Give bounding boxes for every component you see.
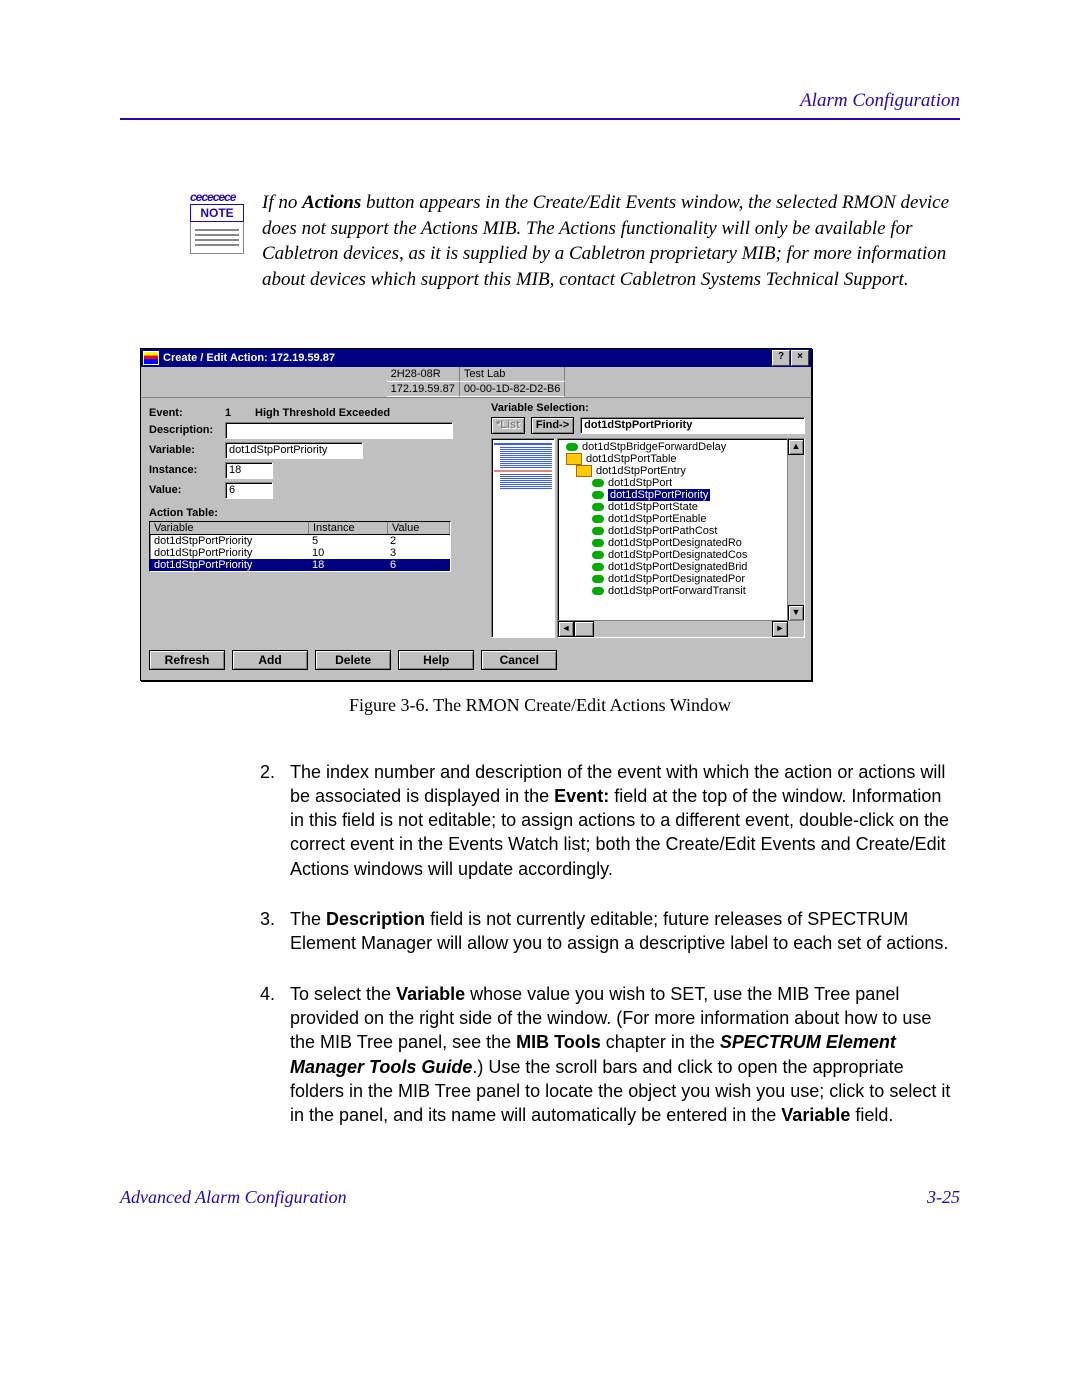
tree-leaf[interactable]: dot1dStpPortDesignatedPor [562,573,802,585]
instruction-list: 2. The index number and description of t… [260,760,960,1128]
col-value: Value [388,522,450,534]
button-bar: Refresh Add Delete Help Cancel [141,644,811,680]
device-ip: 172.19.59.87 [387,382,460,397]
leaf-icon [592,539,604,547]
leaf-icon [592,491,604,499]
leaf-icon [592,587,604,595]
event-description: High Threshold Exceeded [255,407,390,419]
app-icon [143,351,159,365]
list-button[interactable]: *List [491,417,525,434]
leaf-icon [592,563,604,571]
scroll-down-icon[interactable]: ▼ [788,605,804,621]
figure-caption: Figure 3-6. The RMON Create/Edit Actions… [120,695,960,716]
scroll-right-icon[interactable]: ► [772,621,788,637]
find-button[interactable]: Find-> [531,417,574,434]
note-block: cececece NOTE If no Actions button appea… [190,190,960,293]
leaf-icon [592,527,604,535]
leaf-icon [566,443,578,451]
delete-button[interactable]: Delete [315,650,391,670]
scrollbar-horizontal[interactable]: ◄ ► [558,620,804,637]
value-label: Value: [149,484,225,496]
tree-leaf[interactable]: dot1dStpPortState [562,501,802,513]
variable-label: Variable: [149,444,225,456]
variable-selection-label: Variable Selection: [491,402,805,414]
tree-leaf[interactable]: dot1dStpPortDesignatedRo [562,537,802,549]
table-row[interactable]: dot1dStpPortPriority103 [150,547,450,559]
value-input[interactable]: 6 [225,482,273,499]
scroll-thumb[interactable] [574,621,594,637]
tree-leaf[interactable]: dot1dStpPort [562,477,802,489]
description-label: Description: [149,424,225,436]
action-table[interactable]: Variable Instance Value dot1dStpPortPrio… [149,521,451,572]
tree-leaf[interactable]: dot1dStpPortDesignatedCos [562,549,802,561]
variable-input[interactable]: dot1dStpPortPriority [225,442,363,459]
device-info-row: 2H28-08R 172.19.59.87 Test Lab 00-00-1D-… [141,367,811,398]
leaf-icon [592,479,604,487]
action-table-label: Action Table: [149,507,479,519]
folder-icon [566,453,582,465]
tree-leaf[interactable]: dot1dStpPortEnable [562,513,802,525]
list-num-2: 2. [260,760,290,881]
tree-leaf[interactable]: dot1dStpBridgeForwardDelay [562,441,802,453]
note-icon: cececece NOTE [190,190,244,293]
device-mac: 00-00-1D-82-D2-B6 [460,382,566,397]
help-icon[interactable]: ? [772,350,790,366]
page-header: Alarm Configuration [120,90,960,112]
col-variable: Variable [150,522,309,534]
leaf-icon [592,503,604,511]
add-button[interactable]: Add [232,650,308,670]
tree-leaf[interactable]: dot1dStpPortForwardTransit [562,585,802,597]
folder-icon [576,465,592,477]
tree-folder[interactable]: dot1dStpPortTable [562,453,802,465]
tree-leaf[interactable]: dot1dStpPortPathCost [562,525,802,537]
close-icon[interactable]: × [791,350,809,366]
device-model: 2H28-08R [387,367,460,382]
left-pane: Event: 1 High Threshold Exceeded Descrip… [141,398,487,644]
instance-label: Instance: [149,464,225,476]
titlebar[interactable]: Create / Edit Action: 172.19.59.87 ? × [141,349,811,367]
leaf-icon [592,551,604,559]
scrollbar-vertical[interactable]: ▲ ▼ [787,439,804,621]
cancel-button[interactable]: Cancel [481,650,557,670]
instance-input[interactable]: 18 [225,462,273,479]
footer-left: Advanced Alarm Configuration [120,1187,347,1208]
leaf-icon [592,575,604,583]
list-num-4: 4. [260,982,290,1128]
tree-leaf[interactable]: dot1dStpPortPriority [562,489,802,501]
list-num-3: 3. [260,907,290,956]
header-rule [120,118,960,120]
note-label: NOTE [190,204,244,222]
window-title: Create / Edit Action: 172.19.59.87 [163,352,771,364]
event-number: 1 [225,407,255,419]
page-footer: Advanced Alarm Configuration 3-25 [120,1187,960,1208]
tree-leaf[interactable]: dot1dStpPortDesignatedBrid [562,561,802,573]
right-pane: Variable Selection: *List Find-> dot1dSt… [487,398,811,644]
event-label: Event: [149,407,225,419]
footer-page-number: 3-25 [927,1187,960,1208]
note-text: If no Actions button appears in the Crea… [262,190,960,293]
tree-folder[interactable]: dot1dStpPortEntry [562,465,802,477]
description-input[interactable] [225,422,453,439]
create-edit-action-dialog: Create / Edit Action: 172.19.59.87 ? × 2… [140,348,812,681]
scroll-up-icon[interactable]: ▲ [788,439,804,455]
mib-tree[interactable]: dot1dStpBridgeForwardDelaydot1dStpPortTa… [557,438,805,638]
selected-variable-field[interactable]: dot1dStpPortPriority [580,417,805,434]
leaf-icon [592,515,604,523]
help-button[interactable]: Help [398,650,474,670]
col-instance: Instance [309,522,388,534]
scroll-left-icon[interactable]: ◄ [558,621,574,637]
table-row[interactable]: dot1dStpPortPriority186 [150,559,450,571]
refresh-button[interactable]: Refresh [149,650,225,670]
mini-mib-tree[interactable] [491,438,555,638]
table-row[interactable]: dot1dStpPortPriority52 [150,535,450,547]
device-location: Test Lab [460,367,566,382]
